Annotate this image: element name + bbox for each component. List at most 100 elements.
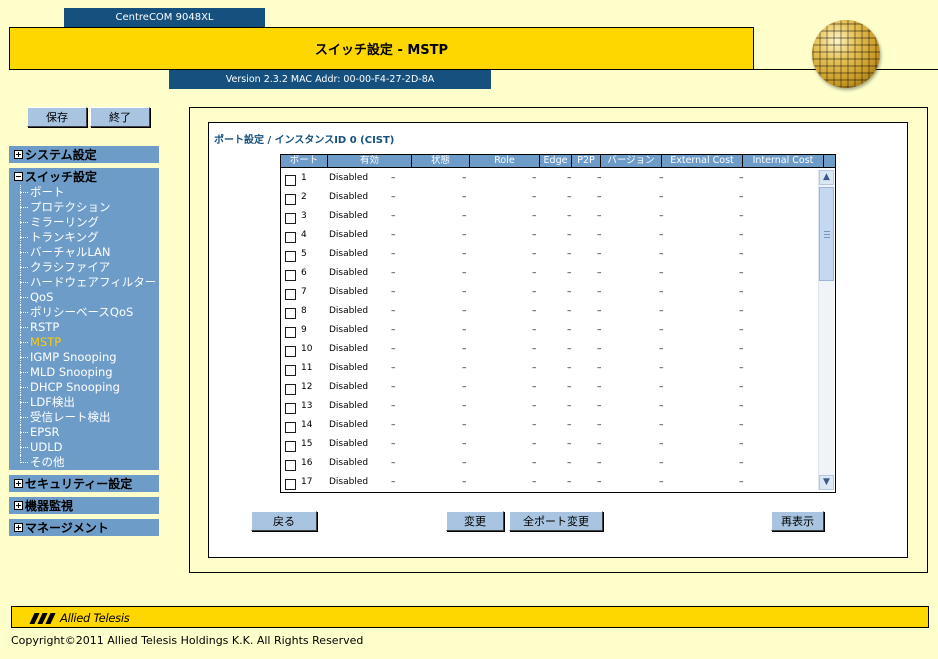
nav-switch-settings-group: スイッチ設定 ポート プロテクション ミラーリング トランキング バーチャルLAN クラシ… bbox=[9, 168, 159, 470]
port-checkbox[interactable] bbox=[285, 441, 296, 452]
version-info: Version 2.3.2 MAC Addr: 00-00-F4-27-2D-8… bbox=[169, 70, 491, 89]
cell-port: 14 bbox=[301, 420, 313, 430]
refresh-button[interactable]: 再表示 bbox=[771, 511, 824, 531]
nav-item[interactable]: その他 bbox=[15, 455, 159, 470]
table-row: 2 Disabled – – – – – – – bbox=[281, 188, 819, 207]
cell-ext-cost: – bbox=[659, 173, 664, 183]
cell-ext-cost: – bbox=[659, 268, 664, 278]
nav-security-settings[interactable]: セキュリティー設定 bbox=[9, 475, 159, 492]
port-checkbox[interactable] bbox=[285, 365, 296, 376]
cell-enabled: Disabled bbox=[329, 268, 369, 278]
cell-ext-cost: – bbox=[659, 420, 664, 430]
cell-ext-cost: – bbox=[659, 439, 664, 449]
nav-management[interactable]: マネージメント bbox=[9, 519, 159, 536]
port-checkbox[interactable] bbox=[285, 403, 296, 414]
nav-item[interactable]: RSTP bbox=[15, 320, 159, 335]
nav-item[interactable]: MSTP bbox=[15, 335, 159, 350]
cell-state: – bbox=[391, 401, 396, 411]
back-button[interactable]: 戻る bbox=[251, 511, 317, 531]
cell-port: 13 bbox=[301, 401, 313, 411]
cell-ext-cost: – bbox=[659, 249, 664, 259]
cell-role: – bbox=[462, 477, 467, 487]
port-checkbox[interactable] bbox=[285, 346, 296, 357]
cell-state: – bbox=[391, 192, 396, 202]
port-checkbox[interactable] bbox=[285, 270, 296, 281]
scroll-up-icon[interactable]: ▲ bbox=[819, 170, 834, 185]
cell-port: 2 bbox=[301, 192, 307, 202]
cell-ext-cost: – bbox=[659, 192, 664, 202]
port-checkbox[interactable] bbox=[285, 384, 296, 395]
column-header: 有効 bbox=[328, 155, 412, 167]
nav-item[interactable]: ミラーリング bbox=[15, 215, 159, 230]
column-header: Role bbox=[470, 155, 540, 167]
nav-item[interactable]: バーチャルLAN bbox=[15, 245, 159, 260]
exit-button[interactable]: 終了 bbox=[90, 107, 150, 127]
cell-enabled: Disabled bbox=[329, 363, 369, 373]
cell-int-cost: – bbox=[739, 477, 744, 487]
port-checkbox[interactable] bbox=[285, 308, 296, 319]
cell-p2p: – bbox=[567, 477, 572, 487]
scroll-thumb[interactable] bbox=[819, 187, 834, 281]
nav-item[interactable]: LDF検出 bbox=[15, 395, 159, 410]
nav-item[interactable]: QoS bbox=[15, 290, 159, 305]
port-checkbox[interactable] bbox=[285, 194, 296, 205]
nav-item[interactable]: IGMP Snooping bbox=[15, 350, 159, 365]
table-row: 16 Disabled – – – – – – – bbox=[281, 454, 819, 473]
change-all-ports-button[interactable]: 全ポート変更 bbox=[509, 511, 603, 531]
nav-item[interactable]: UDLD bbox=[15, 440, 159, 455]
cell-port: 8 bbox=[301, 306, 307, 316]
nav-item[interactable]: 受信レート検出 bbox=[15, 410, 159, 425]
nav-device-monitor[interactable]: 機器監視 bbox=[9, 497, 159, 514]
nav-item[interactable]: ポリシーベースQoS bbox=[15, 305, 159, 320]
port-checkbox[interactable] bbox=[285, 175, 296, 186]
cell-role: – bbox=[462, 192, 467, 202]
nav-item[interactable]: EPSR bbox=[15, 425, 159, 440]
cell-state: – bbox=[391, 287, 396, 297]
nav-switch-settings[interactable]: スイッチ設定 bbox=[9, 168, 159, 185]
cell-edge: – bbox=[532, 420, 537, 430]
cell-role: – bbox=[462, 287, 467, 297]
footer-logo-text: Allied Telesis bbox=[60, 611, 130, 625]
cell-role: – bbox=[462, 249, 467, 259]
cell-edge: – bbox=[532, 363, 537, 373]
port-checkbox[interactable] bbox=[285, 251, 296, 262]
cell-int-cost: – bbox=[739, 306, 744, 316]
port-checkbox[interactable] bbox=[285, 327, 296, 338]
nav-item[interactable]: MLD Snooping bbox=[15, 365, 159, 380]
nav-item[interactable]: プロテクション bbox=[15, 200, 159, 215]
nav-item[interactable]: クラシファイア bbox=[15, 260, 159, 275]
allied-telesis-mark-icon bbox=[29, 612, 58, 624]
port-checkbox[interactable] bbox=[285, 232, 296, 243]
cell-enabled: Disabled bbox=[329, 287, 369, 297]
port-checkbox[interactable] bbox=[285, 422, 296, 433]
port-checkbox[interactable] bbox=[285, 213, 296, 224]
port-checkbox[interactable] bbox=[285, 479, 296, 490]
nav-system-settings[interactable]: システム設定 bbox=[9, 146, 159, 163]
expand-icon bbox=[14, 150, 23, 159]
cell-port: 3 bbox=[301, 211, 307, 221]
scroll-down-icon[interactable]: ▼ bbox=[819, 475, 834, 490]
cell-edge: – bbox=[532, 173, 537, 183]
nav-item[interactable]: トランキング bbox=[15, 230, 159, 245]
vertical-scrollbar[interactable]: ▲ ▼ bbox=[818, 170, 834, 490]
nav-switch-tree: ポート プロテクション ミラーリング トランキング バーチャルLAN クラシファイア ハード… bbox=[15, 185, 159, 470]
change-button[interactable]: 変更 bbox=[446, 511, 504, 531]
cell-version: – bbox=[597, 230, 602, 240]
footer-bar bbox=[11, 606, 929, 628]
cell-port: 12 bbox=[301, 382, 313, 392]
nav-item[interactable]: ポート bbox=[15, 185, 159, 200]
table-row: 12 Disabled – – – – – – – bbox=[281, 378, 819, 397]
cell-int-cost: – bbox=[739, 249, 744, 259]
cell-edge: – bbox=[532, 268, 537, 278]
nav-item[interactable]: ハードウェアフィルター bbox=[15, 275, 159, 290]
cell-version: – bbox=[597, 363, 602, 373]
port-checkbox[interactable] bbox=[285, 460, 296, 471]
expand-icon bbox=[14, 501, 23, 510]
save-button[interactable]: 保存 bbox=[27, 107, 87, 127]
cell-state: – bbox=[391, 420, 396, 430]
cell-version: – bbox=[597, 287, 602, 297]
port-checkbox[interactable] bbox=[285, 289, 296, 300]
cell-state: – bbox=[391, 439, 396, 449]
nav-switch-label: スイッチ設定 bbox=[25, 170, 98, 184]
nav-item[interactable]: DHCP Snooping bbox=[15, 380, 159, 395]
